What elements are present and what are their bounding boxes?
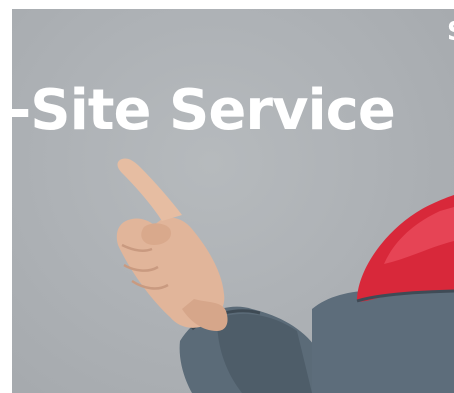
index-finger bbox=[117, 158, 182, 221]
cropped-text-fragment: S bbox=[447, 19, 454, 43]
cropped-letter: S bbox=[447, 19, 454, 43]
technician-pointing-illustration bbox=[116, 158, 454, 393]
page: -Site Service bbox=[0, 0, 454, 393]
torso-shape bbox=[312, 290, 454, 393]
hero-banner: -Site Service bbox=[12, 9, 454, 393]
